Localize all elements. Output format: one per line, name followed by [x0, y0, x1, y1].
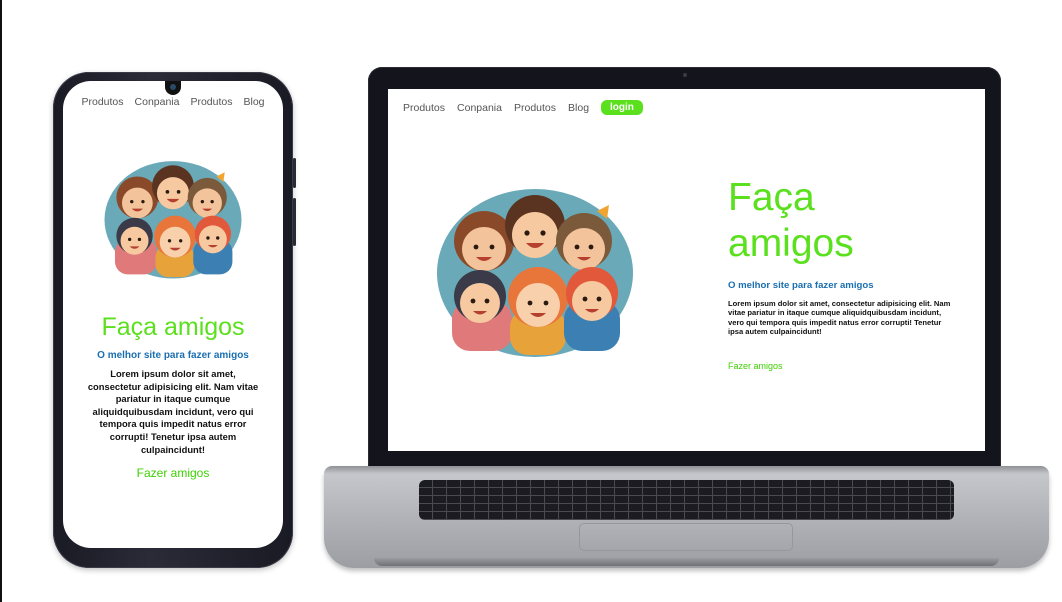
phone-hero-title: Faça amigos — [101, 313, 245, 341]
left-border-line — [0, 0, 2, 602]
laptop-nav-produtos-2[interactable]: Produtos — [514, 102, 556, 114]
phone-nav-produtos[interactable]: Produtos — [81, 96, 123, 108]
phone-navbar: Produtos Conpania Produtos Blog — [63, 96, 283, 108]
phone-power-button — [293, 198, 296, 246]
laptop-webcam — [682, 73, 687, 77]
phone-hero-subtitle: O melhor site para fazer amigos — [97, 350, 249, 361]
phone-volume-button — [293, 158, 296, 188]
laptop-hinge — [324, 466, 1049, 474]
phone-fazer-amigos-link[interactable]: Fazer amigos — [63, 466, 283, 480]
smartphone-frame: Produtos Conpania Produtos Blog Faça ami… — [53, 72, 296, 568]
laptop-fazer-amigos-link[interactable]: Fazer amigos — [728, 361, 783, 371]
laptop-hero-image — [437, 189, 633, 357]
laptop-keyboard — [419, 480, 954, 520]
laptop-nav-produtos[interactable]: Produtos — [403, 102, 445, 114]
laptop-hero-subtitle: O melhor site para fazer amigos — [728, 280, 874, 291]
login-button[interactable]: login — [601, 100, 643, 115]
laptop-base-edge — [374, 558, 999, 566]
laptop-hero-title: Faça amigos — [728, 176, 854, 265]
laptop-nav-conpania[interactable]: Conpania — [457, 102, 502, 114]
laptop-navbar: Produtos Conpania Produtos Blog login — [403, 100, 643, 115]
phone-nav-conpania[interactable]: Conpania — [135, 96, 180, 108]
phone-nav-produtos-2[interactable]: Produtos — [190, 96, 232, 108]
laptop-lid: Produtos Conpania Produtos Blog login Fa… — [368, 67, 1001, 474]
laptop-base — [324, 466, 1049, 568]
laptop-trackpad — [579, 523, 793, 551]
laptop-hero-paragraph: Lorem ipsum dolor sit amet, consectetur … — [728, 299, 951, 337]
phone-camera-notch — [165, 81, 181, 95]
phone-nav-blog[interactable]: Blog — [244, 96, 265, 108]
laptop-screen: Produtos Conpania Produtos Blog login Fa… — [388, 89, 985, 451]
device-mockup-scene: Produtos Conpania Produtos Blog Faça ami… — [0, 0, 1062, 602]
phone-hero-image — [104, 161, 242, 279]
phone-hero-paragraph: Lorem ipsum dolor sit amet, consectetur … — [87, 368, 259, 455]
laptop-nav-blog[interactable]: Blog — [568, 102, 589, 114]
phone-screen: Produtos Conpania Produtos Blog Faça ami… — [63, 81, 283, 548]
